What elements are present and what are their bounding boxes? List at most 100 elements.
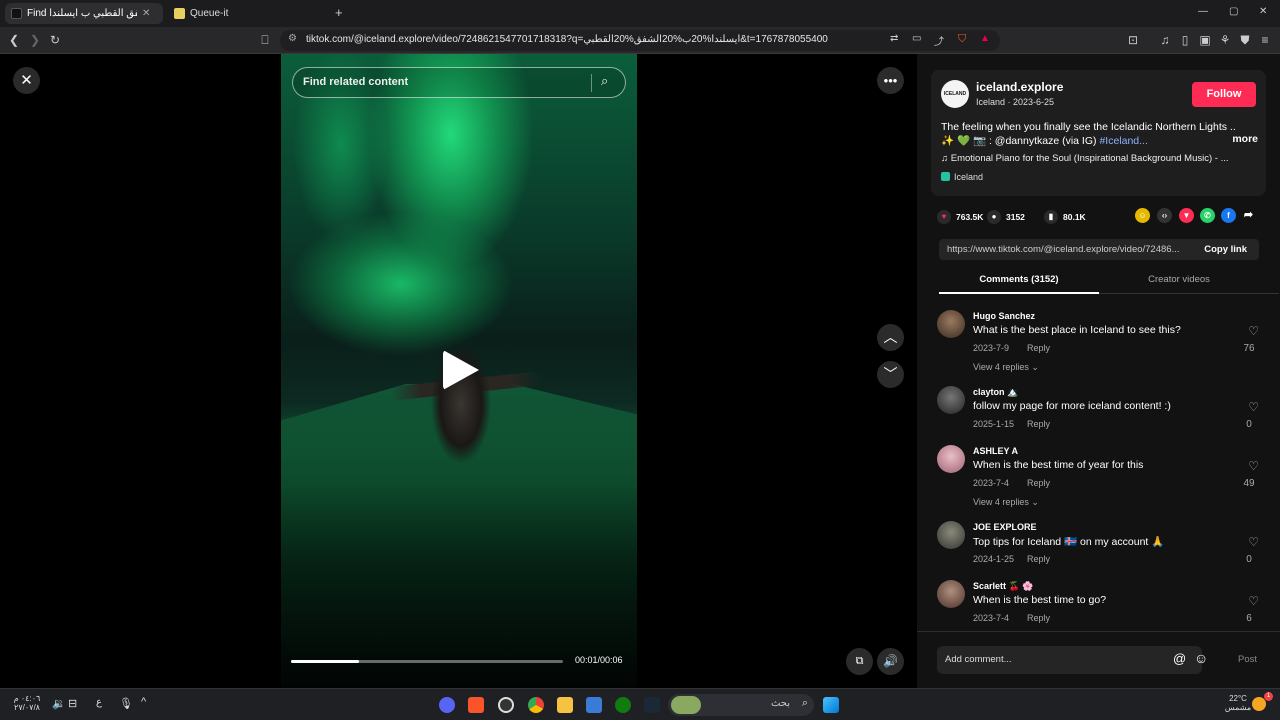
- microphone-icon[interactable]: 🎙: [119, 697, 133, 710]
- hashtag-link[interactable]: #Iceland...: [1099, 135, 1147, 147]
- tab-creator-videos[interactable]: Creator videos: [1099, 274, 1259, 285]
- commenter-avatar[interactable]: [937, 386, 965, 414]
- author-username[interactable]: iceland.explore: [976, 80, 1063, 94]
- commenter-name[interactable]: ASHLEY A: [973, 446, 1018, 456]
- taskbar-search[interactable]: بحث ⌕: [668, 694, 814, 716]
- coin-share-icon[interactable]: ☺: [1135, 208, 1150, 223]
- file-explorer-icon[interactable]: [557, 697, 573, 713]
- copy-link-button[interactable]: Copy link: [1204, 244, 1247, 255]
- location-link[interactable]: Iceland: [941, 172, 983, 182]
- start-icon[interactable]: [823, 697, 839, 713]
- volume-icon[interactable]: 🔊: [877, 648, 904, 675]
- commenter-avatar[interactable]: [937, 580, 965, 608]
- commenter-avatar[interactable]: [937, 521, 965, 549]
- commenter-avatar[interactable]: [937, 310, 965, 338]
- play-icon[interactable]: [443, 350, 479, 390]
- language-indicator[interactable]: ع: [96, 697, 102, 708]
- reply-button[interactable]: Reply: [1027, 554, 1050, 564]
- brave-shield-icon[interactable]: ⛉: [958, 33, 966, 46]
- view-replies-button[interactable]: View 4 replies ⌄: [973, 497, 1039, 508]
- store-icon[interactable]: [586, 697, 602, 713]
- cast-icon[interactable]: ▭: [912, 33, 921, 44]
- comment-input[interactable]: Add comment... @ ☺: [937, 646, 1208, 674]
- commenter-name[interactable]: Scarlett 🍒 🌸: [973, 581, 1033, 592]
- close-video-button[interactable]: ✕: [13, 67, 40, 94]
- bookmark-icon[interactable]: ⎕: [257, 27, 273, 54]
- save-count: 80.1K: [1063, 212, 1086, 222]
- commenter-name[interactable]: JOE EXPLORE: [973, 522, 1037, 532]
- chevron-down-icon[interactable]: ﹀: [877, 361, 904, 388]
- related-search-box[interactable]: Find related content ⌕: [292, 67, 626, 98]
- maximize-button[interactable]: ▢: [1229, 6, 1238, 17]
- music-link[interactable]: ♫ Emotional Piano for the Soul (Inspirat…: [941, 153, 1229, 164]
- comment-text: follow my page for more iceland content!…: [973, 400, 1171, 412]
- menu-icon[interactable]: ≡: [1257, 27, 1273, 54]
- like-stat[interactable]: ♥ 763.5K: [937, 210, 983, 224]
- reply-button[interactable]: Reply: [1027, 419, 1050, 429]
- post-button[interactable]: Post: [1238, 654, 1257, 665]
- close-icon[interactable]: ✕: [142, 8, 150, 19]
- commenter-name[interactable]: Hugo Sanchez: [973, 311, 1035, 321]
- progress-bar[interactable]: [291, 660, 563, 663]
- location-icon: [941, 172, 950, 181]
- tab-comments[interactable]: Comments (3152): [939, 274, 1099, 285]
- tray-chevron-up-icon[interactable]: ^: [141, 696, 146, 708]
- clock[interactable]: ٠٤:٠٦ م ٢٧/٠٧/٨: [10, 694, 44, 712]
- reply-button[interactable]: Reply: [1027, 613, 1050, 623]
- minimize-button[interactable]: —: [1198, 6, 1208, 17]
- chrome-icon[interactable]: [528, 697, 544, 713]
- embed-icon[interactable]: ‹›: [1157, 208, 1172, 223]
- reply-button[interactable]: Reply: [1027, 343, 1050, 353]
- more-link[interactable]: more: [1232, 133, 1258, 145]
- share-icon[interactable]: ➦: [1241, 208, 1256, 223]
- search-icon[interactable]: ⌕: [601, 73, 608, 89]
- mention-icon[interactable]: @: [1173, 651, 1186, 666]
- xbox-icon[interactable]: [615, 697, 631, 713]
- site-info-icon[interactable]: ⚙: [288, 33, 297, 44]
- close-window-button[interactable]: ✕: [1259, 6, 1267, 17]
- reader-icon[interactable]: ▯: [1177, 27, 1193, 54]
- speaker-icon[interactable]: 🔉: [52, 697, 66, 710]
- new-tab-button[interactable]: +: [335, 5, 343, 20]
- url-field[interactable]: ⚙ tiktok.com/@iceland.explore/video/7248…: [280, 30, 1000, 51]
- heart-outline-icon[interactable]: ♡: [1248, 324, 1259, 338]
- steam-icon[interactable]: [644, 697, 660, 713]
- facebook-icon[interactable]: f: [1221, 208, 1236, 223]
- sidebar-toggle-icon[interactable]: ⊡: [1125, 27, 1141, 54]
- whatsapp-icon[interactable]: ✆: [1200, 208, 1215, 223]
- network-icon[interactable]: ⊟: [68, 697, 77, 710]
- reload-icon[interactable]: ↻: [47, 27, 63, 54]
- tab-queue-it[interactable]: Queue-it: [168, 3, 328, 24]
- discord-icon[interactable]: [439, 697, 455, 713]
- app-icon[interactable]: [498, 697, 514, 713]
- heart-outline-icon[interactable]: ♡: [1248, 594, 1259, 608]
- save-stat[interactable]: ▮ 80.1K: [1044, 210, 1086, 224]
- commenter-name[interactable]: clayton 🏔️: [973, 387, 1018, 398]
- author-avatar[interactable]: ICELAND: [941, 80, 969, 108]
- wallet-icon[interactable]: ▣: [1197, 27, 1213, 54]
- brave-icon[interactable]: [468, 697, 484, 713]
- chevron-up-icon[interactable]: ︿: [877, 324, 904, 351]
- media-icon[interactable]: ♫: [1157, 27, 1173, 54]
- extensions-icon[interactable]: ⚘: [1217, 27, 1233, 54]
- more-options-icon[interactable]: •••: [877, 67, 904, 94]
- brave-rewards-icon[interactable]: ▲: [980, 33, 990, 44]
- heart-outline-icon[interactable]: ♡: [1248, 535, 1259, 549]
- video-player[interactable]: Find related content ⌕ 00:01/00:06: [281, 54, 637, 688]
- comment-stat[interactable]: ● 3152: [987, 210, 1025, 224]
- floating-player-icon[interactable]: ⧉: [846, 648, 873, 675]
- tab-tiktok[interactable]: Find الشفق القطبي ب ايسلندا ✕: [5, 3, 163, 24]
- follow-button[interactable]: Follow: [1192, 82, 1256, 107]
- commenter-avatar[interactable]: [937, 445, 965, 473]
- view-replies-button[interactable]: View 4 replies ⌄: [973, 362, 1039, 373]
- vpn-icon[interactable]: ⛊: [1237, 27, 1253, 54]
- heart-outline-icon[interactable]: ♡: [1248, 459, 1259, 473]
- back-icon[interactable]: ❮: [6, 27, 22, 54]
- translate-icon[interactable]: ⇄: [890, 33, 898, 44]
- share-page-icon[interactable]: ⤴: [934, 33, 944, 48]
- send-to-friends-icon[interactable]: ▼: [1179, 208, 1194, 223]
- forward-icon[interactable]: ❯: [27, 27, 43, 54]
- emoji-icon[interactable]: ☺: [1194, 650, 1208, 666]
- heart-outline-icon[interactable]: ♡: [1248, 400, 1259, 414]
- reply-button[interactable]: Reply: [1027, 478, 1050, 488]
